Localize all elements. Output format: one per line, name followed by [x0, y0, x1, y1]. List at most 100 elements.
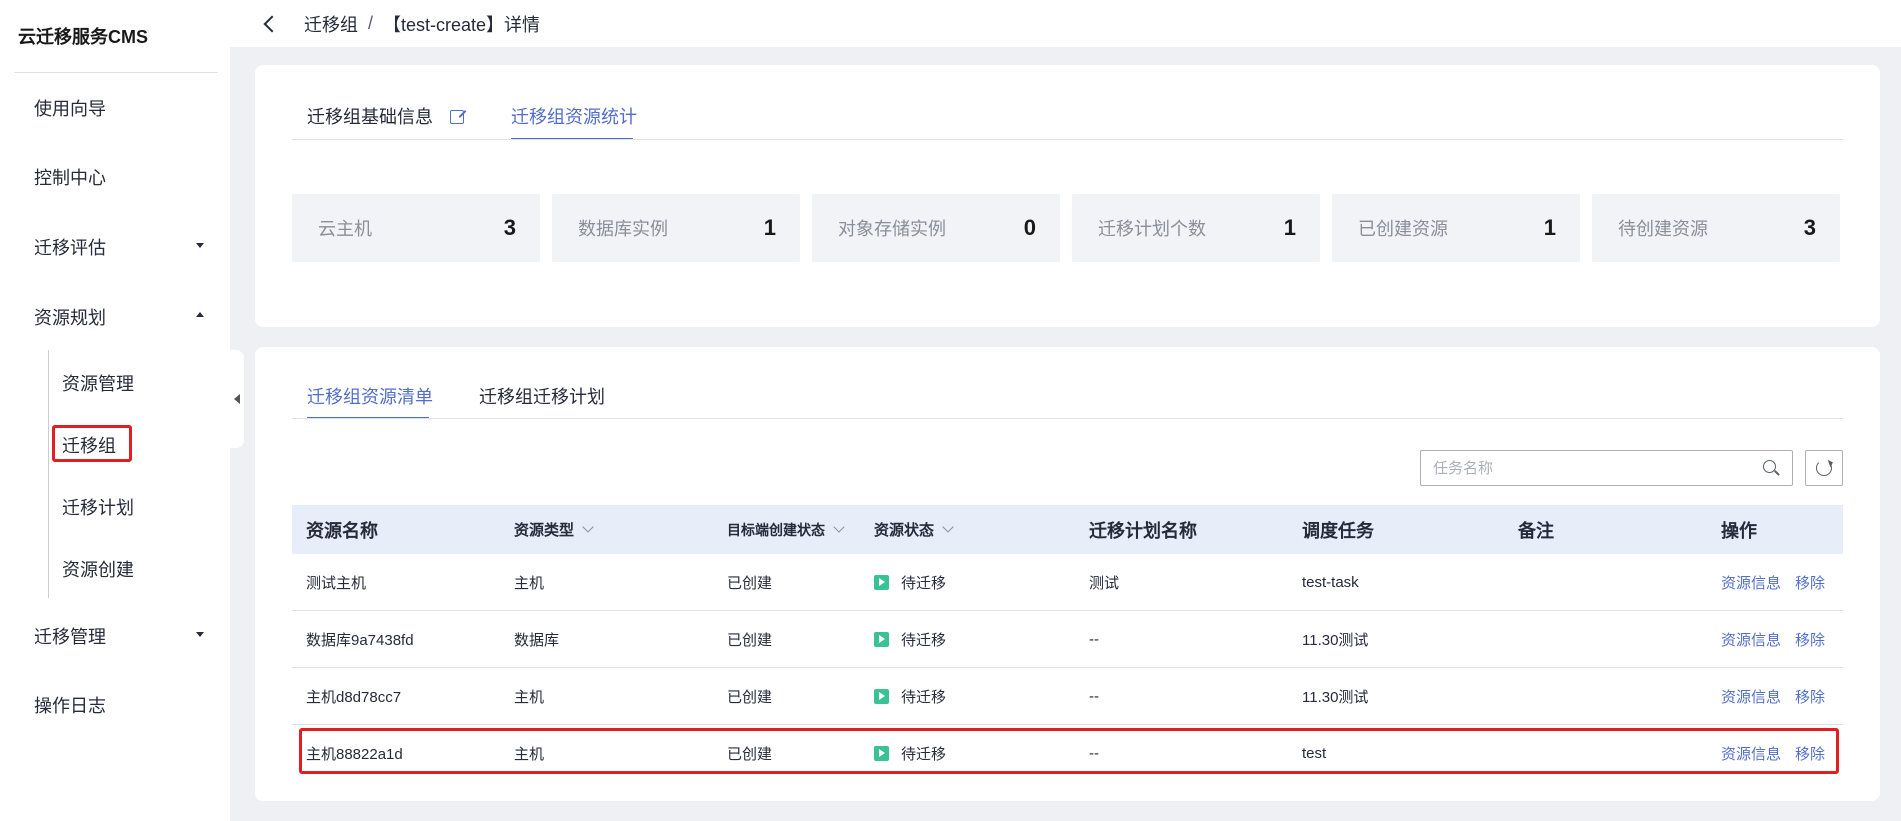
stat-label: 数据库实例	[578, 219, 668, 239]
remove-link[interactable]: 移除	[1795, 743, 1825, 764]
chevron-down-icon[interactable]	[582, 521, 594, 533]
table-row: 数据库9a7438fd 数据库 已创建 待迁移 -- 11.30测试 资源信息 …	[292, 611, 1843, 668]
sidebar-item-label: 迁移管理	[34, 627, 106, 647]
chevron-down-icon[interactable]	[942, 521, 954, 533]
breadcrumb-parent[interactable]: 迁移组	[304, 11, 358, 37]
cell-create-status: 已创建	[727, 688, 773, 706]
stat-label: 迁移计划个数	[1098, 219, 1206, 239]
sidebar-subitem-migration-plan[interactable]: 迁移计划	[62, 494, 134, 520]
resource-info-link[interactable]: 资源信息	[1721, 743, 1781, 764]
cell-name: 主机88822a1d	[306, 746, 403, 763]
status-text: 待迁移	[901, 631, 947, 649]
cell-create-status: 已创建	[727, 631, 773, 649]
column-header-create-status[interactable]: 目标端创建状态	[719, 520, 868, 540]
tab-basic-info[interactable]: 迁移组基础信息	[307, 103, 465, 129]
stat-value: 3	[503, 215, 516, 240]
sidebar-collapse-button[interactable]	[230, 350, 244, 448]
sidebar-item-planning[interactable]: 资源规划	[34, 304, 204, 330]
tab-migration-plans[interactable]: 迁移组迁移计划	[479, 383, 605, 409]
cell-status: 待迁移	[868, 686, 1081, 707]
sidebar-item-assessment[interactable]: 迁移评估	[34, 234, 204, 260]
cell-status: 待迁移	[868, 572, 1081, 593]
stat-value: 1	[763, 215, 776, 240]
sidebar: 云迁移服务CMS 使用向导 控制中心 迁移评估 资源规划 资源管理 迁移组 迁移…	[0, 0, 230, 821]
remove-link[interactable]: 移除	[1795, 572, 1825, 593]
sidebar-subitem-resource-management[interactable]: 资源管理	[62, 370, 134, 396]
play-status-icon	[874, 688, 889, 704]
cell-actions: 资源信息 移除	[1711, 743, 1843, 764]
status-text: 待迁移	[901, 574, 947, 592]
sidebar-item-label: 资源规划	[34, 308, 106, 328]
cell-actions: 资源信息 移除	[1711, 629, 1843, 650]
cell-type: 主机	[514, 574, 545, 592]
cell-create-status: 已创建	[727, 746, 773, 763]
cell-task: test-task	[1302, 573, 1359, 591]
resource-info-link[interactable]: 资源信息	[1721, 686, 1781, 707]
tab-resource-stats[interactable]: 迁移组资源统计	[511, 103, 637, 129]
play-status-icon	[874, 631, 889, 647]
column-label: 目标端创建状态	[727, 521, 825, 538]
sidebar-item-migration-management[interactable]: 迁移管理	[34, 623, 204, 649]
cell-plan: --	[1089, 630, 1099, 648]
cell-type: 主机	[514, 746, 545, 763]
stat-value: 1	[1283, 215, 1296, 240]
cell-actions: 资源信息 移除	[1711, 572, 1843, 593]
remove-link[interactable]: 移除	[1795, 686, 1825, 707]
cell-status: 待迁移	[868, 743, 1081, 764]
stat-pending: 待创建资源 3	[1592, 194, 1840, 262]
table-row: 主机d8d78cc7 主机 已创建 待迁移 -- 11.30测试 资源信息 移除	[292, 668, 1843, 725]
stat-value: 0	[1023, 215, 1036, 240]
stat-object-storage: 对象存储实例 0	[812, 194, 1060, 262]
play-status-icon	[874, 574, 889, 590]
tab-divider	[292, 139, 1843, 140]
cell-actions: 资源信息 移除	[1711, 686, 1843, 707]
column-header-type[interactable]: 资源类型	[506, 519, 719, 540]
edit-icon[interactable]	[450, 110, 465, 124]
sidebar-item-guide[interactable]: 使用向导	[34, 95, 106, 121]
breadcrumb-current: 【test-create】详情	[383, 14, 541, 35]
column-header-actions: 操作	[1721, 520, 1757, 541]
cell-name: 测试主机	[306, 574, 367, 592]
column-header-status[interactable]: 资源状态	[868, 519, 1081, 540]
tab-label: 迁移组基础信息	[307, 107, 433, 127]
stat-value: 3	[1803, 215, 1816, 240]
search-input[interactable]	[1433, 459, 1762, 477]
refresh-button[interactable]	[1805, 450, 1843, 486]
column-label: 资源状态	[874, 522, 935, 539]
stat-db-instances: 数据库实例 1	[552, 194, 800, 262]
cell-status: 待迁移	[868, 629, 1081, 650]
tab-resource-list[interactable]: 迁移组资源清单	[307, 383, 433, 409]
sidebar-item-console[interactable]: 控制中心	[34, 164, 106, 190]
overview-card: 迁移组基础信息 迁移组资源统计 云主机 3 数据库实例 1 对象存储实例 0 迁…	[255, 65, 1880, 327]
table-row: 主机88822a1d 主机 已创建 待迁移 -- test 资源信息 移除	[292, 725, 1843, 782]
cell-plan: --	[1089, 687, 1099, 705]
back-arrow-icon[interactable]	[263, 15, 281, 32]
caret-left-icon	[234, 394, 240, 404]
table-row: 测试主机 主机 已创建 待迁移 测试 test-task 资源信息 移除	[292, 554, 1843, 611]
chevron-down-icon[interactable]	[833, 521, 845, 533]
column-header-note: 备注	[1518, 520, 1554, 541]
resource-info-link[interactable]: 资源信息	[1721, 572, 1781, 593]
cell-type: 主机	[514, 688, 545, 706]
stat-value: 1	[1543, 215, 1556, 240]
resource-info-link[interactable]: 资源信息	[1721, 629, 1781, 650]
divider	[14, 72, 218, 73]
cell-plan: 测试	[1089, 574, 1120, 592]
chevron-down-icon	[196, 632, 204, 637]
stat-label: 云主机	[318, 219, 372, 239]
cell-name: 主机d8d78cc7	[306, 688, 402, 706]
search-icon[interactable]	[1762, 459, 1780, 477]
remove-link[interactable]: 移除	[1795, 629, 1825, 650]
breadcrumb-separator: /	[368, 13, 374, 33]
sidebar-item-label: 迁移评估	[34, 238, 106, 258]
sidebar-item-operation-log[interactable]: 操作日志	[34, 692, 106, 718]
cell-create-status: 已创建	[727, 574, 773, 592]
column-label: 资源类型	[514, 522, 575, 539]
sidebar-subitem-resource-creation[interactable]: 资源创建	[62, 556, 134, 582]
tab-divider	[292, 418, 1843, 419]
stat-label: 待创建资源	[1618, 219, 1708, 239]
cell-plan: --	[1089, 745, 1099, 762]
cell-task: test	[1302, 745, 1327, 762]
table-header: 资源名称 资源类型 目标端创建状态 资源状态 迁移计划名称 调度任务 备注 操作	[292, 505, 1843, 554]
cell-task: 11.30测试	[1302, 631, 1369, 649]
